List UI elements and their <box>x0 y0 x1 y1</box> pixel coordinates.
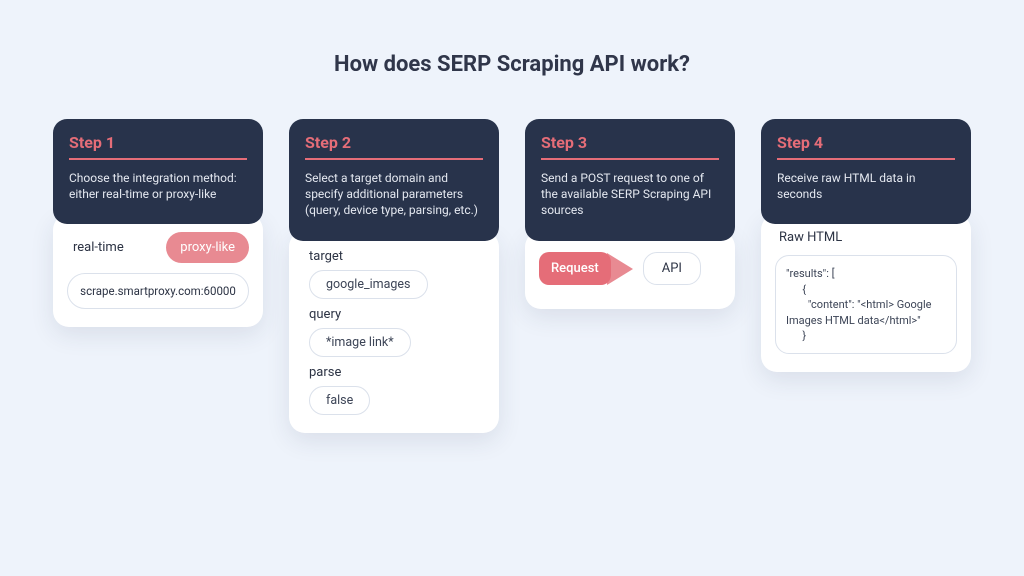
request-flow: Request API <box>539 247 721 291</box>
step-2-label: Step 2 <box>305 133 483 152</box>
step-3-header: Step 3 Send a POST request to one of the… <box>525 119 735 241</box>
raw-html-label: Raw HTML <box>779 230 957 245</box>
step-1-label: Step 1 <box>69 133 247 152</box>
step-4-body: Raw HTML "results": [ { "content": "<htm… <box>761 214 971 372</box>
step-rule <box>777 158 955 160</box>
page-title: How does SERP Scraping API work? <box>0 0 1024 77</box>
param-target-value: google_images <box>309 270 428 299</box>
step-3-body: Request API <box>525 231 735 309</box>
steps-row: Step 1 Choose the integration method: ei… <box>0 77 1024 433</box>
step-3-label: Step 3 <box>541 133 719 152</box>
param-target-label: target <box>309 249 485 264</box>
integration-toggle: real-time proxy-like <box>67 230 249 273</box>
option-proxy-like: proxy-like <box>166 232 249 263</box>
param-query-value: *image link* <box>309 328 411 357</box>
code-sample: "results": [ { "content": "<html> Google… <box>775 255 957 354</box>
api-pill: API <box>643 252 701 285</box>
option-realtime: real-time <box>73 240 124 255</box>
step-2-desc: Select a target domain and specify addit… <box>305 170 483 219</box>
step-4-desc: Receive raw HTML data in seconds <box>777 170 955 202</box>
step-3: Step 3 Send a POST request to one of the… <box>525 119 735 309</box>
step-rule <box>541 158 719 160</box>
param-parse-label: parse <box>309 365 485 380</box>
step-rule <box>305 158 483 160</box>
step-2: Step 2 Select a target domain and specif… <box>289 119 499 433</box>
step-3-desc: Send a POST request to one of the availa… <box>541 170 719 219</box>
step-1-desc: Choose the integration method: either re… <box>69 170 247 202</box>
step-4-label: Step 4 <box>777 133 955 152</box>
step-4-header: Step 4 Receive raw HTML data in seconds <box>761 119 971 224</box>
step-rule <box>69 158 247 160</box>
param-query-label: query <box>309 307 485 322</box>
step-1-header: Step 1 Choose the integration method: ei… <box>53 119 263 224</box>
step-1-body: real-time proxy-like scrape.smartproxy.c… <box>53 214 263 327</box>
request-chip: Request <box>539 252 611 285</box>
param-parse-value: false <box>309 386 370 415</box>
endpoint-pill: scrape.smartproxy.com:60000 <box>67 273 249 309</box>
step-1: Step 1 Choose the integration method: ei… <box>53 119 263 327</box>
step-2-body: target google_images query *image link* … <box>289 231 499 433</box>
step-4: Step 4 Receive raw HTML data in seconds … <box>761 119 971 372</box>
step-2-header: Step 2 Select a target domain and specif… <box>289 119 499 241</box>
